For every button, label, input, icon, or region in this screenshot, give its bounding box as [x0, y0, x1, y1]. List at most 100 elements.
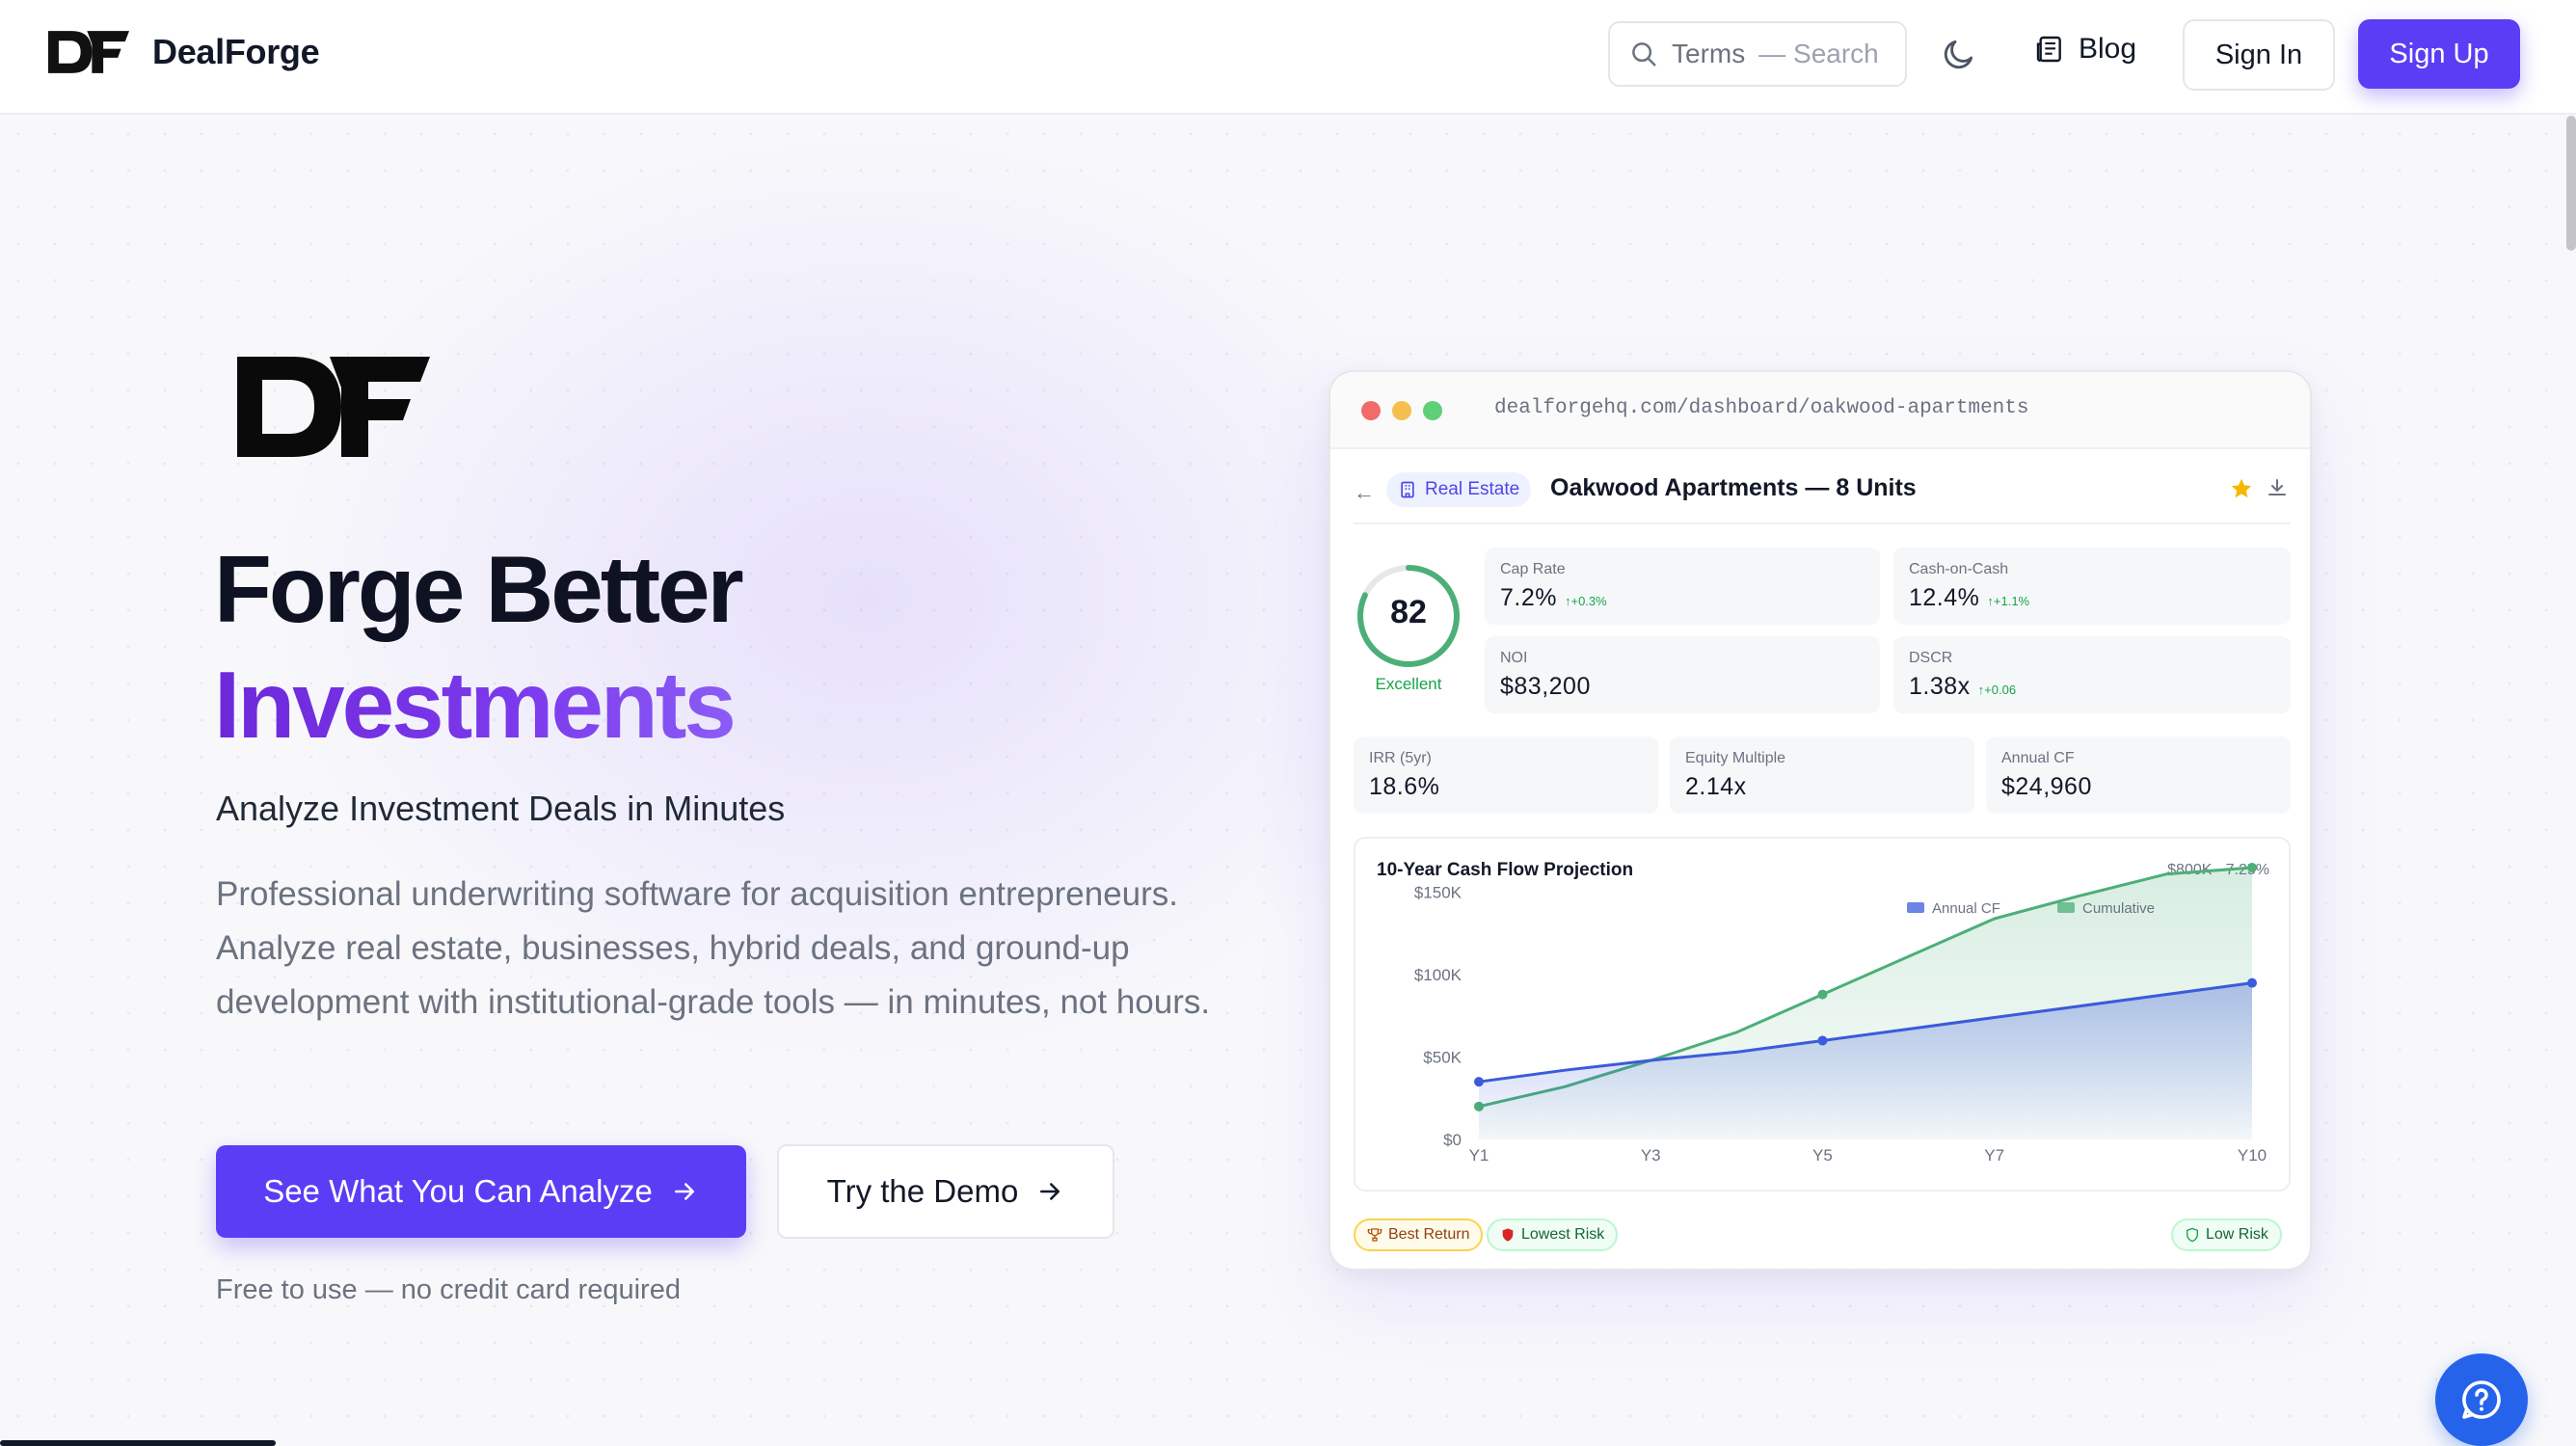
search-icon: [1632, 42, 1656, 67]
x-tick-label: Y3: [1641, 1146, 1661, 1165]
metric-value-text: 18.6%: [1369, 773, 1440, 800]
metric-label: IRR (5yr): [1369, 750, 1432, 766]
metric-value: 2.14x: [1685, 773, 1747, 801]
sign-in-button[interactable]: Sign In: [2183, 19, 2335, 91]
blog-link[interactable]: Blog: [2034, 33, 2136, 66]
page-scrollbar[interactable]: [2566, 116, 2576, 251]
metric-cash-on-cash: Cash-on-Cash 12.4% ↑+1.1%: [1893, 548, 2291, 625]
metric-value-text: 7.2%: [1500, 584, 1557, 611]
legend-label: Cumulative: [2082, 900, 2155, 917]
shield-outline-icon: [2187, 1227, 2198, 1243]
brand-name: DealForge: [152, 32, 320, 71]
cash-flow-chart: 10-Year Cash Flow Projection $800K · 7.2…: [1354, 837, 2291, 1192]
y-tick-label: $100K: [1414, 966, 1462, 984]
metric-noi: NOI $83,200: [1485, 636, 1880, 713]
download-icon[interactable]: [2266, 476, 2289, 499]
metric-value-text: 12.4%: [1909, 584, 1980, 611]
metric-label: DSCR: [1909, 650, 1953, 666]
x-tick-label: Y10: [2238, 1146, 2267, 1165]
badge-label: Low Risk: [2206, 1226, 2268, 1243]
y-tick-label: $50K: [1423, 1049, 1462, 1067]
metric-delta: ↑+1.1%: [1987, 594, 2030, 608]
metric-cap-rate: Cap Rate 7.2% ↑+0.3%: [1485, 548, 1880, 625]
metric-dscr: DSCR 1.38x ↑+0.06: [1893, 636, 2291, 713]
deal-score-label: Excellent: [1375, 675, 1442, 693]
data-point: [1817, 989, 1828, 1000]
data-point: [2247, 977, 2257, 988]
chart-canvas: $0 $50K $100K $150K Y1 Y3 Y5 Y7 Y10 Annual CF Cumu…: [1414, 863, 2267, 1165]
badge-low-risk: Low Risk: [2171, 1218, 2282, 1251]
divider: [1354, 522, 2291, 524]
deal-score: 82: [1390, 594, 1427, 630]
help-chat-button[interactable]: [2435, 1353, 2528, 1446]
badge-lowest-risk: Lowest Risk: [1487, 1218, 1619, 1251]
data-point: [1817, 1035, 1828, 1046]
metric-label: Equity Multiple: [1685, 750, 1786, 766]
metric-value-text: 1.38x: [1909, 673, 1971, 700]
building-icon: [1401, 481, 1414, 498]
help-question-icon: [2462, 1380, 2501, 1419]
deal-title: Oakwood Apartments — 8 Units: [1550, 474, 1917, 501]
metric-label: Cap Rate: [1500, 561, 1566, 577]
badge-best-return: Best Return: [1354, 1218, 1484, 1251]
metric-value: 18.6%: [1369, 773, 1439, 801]
data-point: [2247, 863, 2257, 872]
search-label: Terms: [1672, 39, 1746, 68]
dark-mode-toggle-icon[interactable]: [1941, 36, 1977, 72]
top-navbar: DealForge Terms — Search Blog Sign In Si…: [0, 0, 2576, 115]
search-button[interactable]: Terms — Search: [1608, 21, 1907, 87]
category-tag-label: Real Estate: [1425, 479, 1520, 499]
metric-label: NOI: [1500, 650, 1528, 666]
trophy-icon: [1367, 1228, 1382, 1242]
free-note: Free to use — no credit card required: [216, 1274, 681, 1305]
see-what-you-can-analyze-button[interactable]: See What You Can Analyze: [216, 1145, 746, 1238]
metric-delta: ↑+0.06: [1977, 683, 2017, 697]
arrow-right-icon: [674, 1183, 694, 1200]
window-maximize-dot: [1423, 401, 1442, 420]
metric-value: $24,960: [2001, 773, 2092, 801]
metric-value: 7.2% ↑+0.3%: [1500, 584, 1607, 612]
hero-title-line1: Forge Better: [214, 536, 744, 642]
legend-label: Annual CF: [1932, 900, 2000, 917]
search-label-suffix: — Search: [1758, 39, 1879, 68]
y-tick-label: $150K: [1414, 884, 1462, 902]
metric-value-text: $83,200: [1500, 673, 1591, 700]
metric-value-text: 2.14x: [1685, 773, 1747, 800]
cta-primary-label: See What You Can Analyze: [263, 1173, 653, 1209]
legend-swatch: [1907, 902, 1924, 913]
metric-label: Annual CF: [2001, 750, 2075, 766]
y-tick-label: $0: [1443, 1131, 1462, 1149]
cta-secondary-label: Try the Demo: [826, 1173, 1019, 1209]
metric-label: Cash-on-Cash: [1909, 561, 2009, 577]
newspaper-icon: [2036, 36, 2061, 63]
try-the-demo-button[interactable]: Try the Demo: [777, 1144, 1114, 1239]
hero-title-line2: Investments: [214, 652, 737, 758]
window-minimize-dot: [1392, 401, 1411, 420]
hero-description: Professional underwriting software for a…: [216, 875, 1211, 1021]
hero-logo-icon: [237, 357, 430, 457]
hero-subtitle: Analyze Investment Deals in Minutes: [216, 789, 786, 828]
metric-equity-multiple: Equity Multiple 2.14x: [1670, 736, 1974, 814]
legend-swatch: [2057, 902, 2075, 913]
metric-value: 12.4% ↑+1.1%: [1909, 584, 2029, 612]
window-close-dot: [1361, 401, 1381, 420]
star-icon[interactable]: [2229, 476, 2254, 501]
metric-value-text: $24,960: [2001, 773, 2092, 800]
dashboard-preview-card: dealforgehq.com/dashboard/oakwood-apartm…: [1328, 370, 2312, 1271]
x-tick-label: Y7: [1984, 1146, 2004, 1165]
badge-label: Lowest Risk: [1521, 1226, 1605, 1243]
shield-icon: [1502, 1228, 1514, 1242]
dealforge-logo-icon: [48, 31, 129, 73]
x-tick-label: Y1: [1469, 1146, 1489, 1165]
metric-value: 1.38x ↑+0.06: [1909, 673, 2016, 701]
brand[interactable]: DealForge: [48, 25, 320, 79]
metric-annual-cf: Annual CF $24,960: [1986, 736, 2291, 814]
arrow-right-icon: [1040, 1183, 1060, 1200]
back-arrow-icon[interactable]: ←: [1354, 480, 1375, 505]
metric-irr: IRR (5yr) 18.6%: [1354, 736, 1658, 814]
x-tick-label: Y5: [1812, 1146, 1833, 1165]
blog-label: Blog: [2079, 33, 2137, 65]
sign-up-button[interactable]: Sign Up: [2358, 19, 2520, 89]
bottom-progress-bar: [0, 1440, 276, 1446]
metric-delta: ↑+0.3%: [1564, 594, 1607, 608]
